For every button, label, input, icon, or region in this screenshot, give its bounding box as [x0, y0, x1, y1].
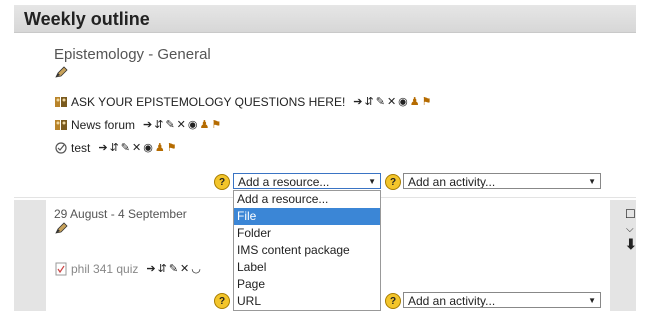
assign-roles-icon[interactable]: ♟ — [410, 96, 420, 108]
add-resource-dropdown-list[interactable]: Add a resource... File Folder IMS conten… — [233, 190, 381, 311]
add-activity-value: Add an activity... — [408, 294, 496, 308]
delete-icon[interactable]: ✕ — [180, 263, 189, 275]
activity-link-news-forum[interactable]: News forum — [71, 118, 135, 132]
weekly-outline-header: Weekly outline — [14, 5, 636, 33]
quiz-icon — [55, 262, 67, 276]
move-down-icon[interactable]: ⬇ — [625, 236, 637, 253]
edit-summary-icon[interactable] — [55, 66, 69, 78]
move-icon[interactable]: ⇵ — [154, 119, 163, 131]
visibility-icon[interactable]: ◉ — [398, 96, 408, 108]
highlight-icon[interactable]: ☐ — [625, 207, 636, 221]
group-mode-icon[interactable]: ⚑ — [422, 96, 432, 108]
option-folder[interactable]: Folder — [234, 225, 380, 242]
move-icon[interactable]: ⇵ — [158, 263, 167, 275]
dropdown-arrow-icon: ▼ — [588, 296, 596, 305]
dropdown-arrow-icon: ▼ — [368, 177, 376, 186]
option-add-resource[interactable]: Add a resource... — [234, 191, 380, 208]
option-label[interactable]: Label — [234, 259, 380, 276]
add-activity-value: Add an activity... — [408, 175, 496, 189]
delete-icon[interactable]: ✕ — [132, 142, 141, 154]
help-icon[interactable]: ? — [385, 293, 401, 309]
edit-icon[interactable]: ✎ — [165, 119, 174, 131]
add-resource-value: Add a resource... — [238, 175, 330, 189]
group-mode-icon[interactable]: ⚑ — [167, 142, 177, 154]
option-ims-content-package[interactable]: IMS content package — [234, 242, 380, 259]
option-file[interactable]: File — [234, 208, 380, 225]
forum-icon — [55, 97, 67, 107]
activity-row: test ➔ ⇵ ✎ ✕ ◉ ♟ ⚑ — [54, 139, 177, 157]
move-right-icon[interactable]: ➔ — [353, 96, 362, 108]
edit-controls: ➔ ⇵ ✎ ✕ ◉ ♟ ⚑ — [353, 96, 431, 108]
visibility-icon[interactable]: ◉ — [143, 142, 153, 154]
section-left-gutter — [14, 40, 46, 197]
help-icon[interactable]: ? — [214, 174, 230, 190]
move-right-icon[interactable]: ➔ — [146, 263, 155, 275]
forum-icon — [55, 120, 67, 130]
move-right-icon[interactable]: ➔ — [143, 119, 152, 131]
section-title: Epistemology - General — [54, 46, 211, 63]
quiz-icon — [55, 142, 67, 154]
group-mode-icon[interactable]: ⚑ — [211, 119, 221, 131]
top-clipped-area — [0, 0, 650, 4]
move-right-icon[interactable]: ➔ — [98, 142, 107, 154]
edit-icon[interactable]: ✎ — [121, 142, 130, 154]
activity-row: ASK YOUR EPISTEMOLOGY QUESTIONS HERE! ➔ … — [54, 93, 432, 111]
edit-controls: ➔ ⇵ ✎ ✕ ◉ ♟ ⚑ — [98, 142, 176, 154]
edit-controls: ➔ ⇵ ✎ ✕ ◉ ♟ ⚑ — [143, 119, 221, 131]
edit-icon[interactable]: ✎ — [169, 263, 178, 275]
section-right-gutter — [610, 40, 636, 197]
visibility-icon[interactable]: ◉ — [188, 119, 198, 131]
dropdown-arrow-icon: ▼ — [588, 177, 596, 186]
section-left-gutter — [14, 200, 46, 311]
move-icon[interactable]: ⇵ — [365, 96, 374, 108]
edit-controls: ➔ ⇵ ✎ ✕ ◡ — [146, 263, 200, 275]
assign-roles-icon[interactable]: ♟ — [200, 119, 210, 131]
option-page[interactable]: Page — [234, 276, 380, 293]
assign-roles-icon[interactable]: ♟ — [155, 142, 165, 154]
activity-row: phil 341 quiz ➔ ⇵ ✎ ✕ ◡ — [54, 260, 201, 278]
page-title: Weekly outline — [24, 9, 150, 29]
edit-summary-icon[interactable] — [55, 222, 69, 234]
move-icon[interactable]: ⇵ — [110, 142, 119, 154]
add-activity-select[interactable]: Add an activity... ▼ — [403, 173, 601, 189]
help-icon[interactable]: ? — [385, 174, 401, 190]
edit-icon[interactable]: ✎ — [376, 96, 385, 108]
activity-link-phil-quiz[interactable]: phil 341 quiz — [71, 262, 138, 276]
activity-link-questions[interactable]: ASK YOUR EPISTEMOLOGY QUESTIONS HERE! — [71, 95, 345, 109]
visibility-icon[interactable]: ◡ — [191, 263, 201, 275]
collapse-icon[interactable]: ⌵ — [626, 224, 634, 235]
delete-icon[interactable]: ✕ — [387, 96, 396, 108]
add-activity-select[interactable]: Add an activity... ▼ — [403, 292, 601, 308]
activity-row: News forum ➔ ⇵ ✎ ✕ ◉ ♟ ⚑ — [54, 116, 221, 134]
help-icon[interactable]: ? — [214, 293, 230, 309]
option-url[interactable]: URL — [234, 293, 380, 310]
delete-icon[interactable]: ✕ — [177, 119, 186, 131]
add-resource-select[interactable]: Add a resource... ▼ — [233, 173, 381, 189]
activity-link-test[interactable]: test — [71, 141, 90, 155]
section-date: 29 August - 4 September — [54, 207, 187, 221]
